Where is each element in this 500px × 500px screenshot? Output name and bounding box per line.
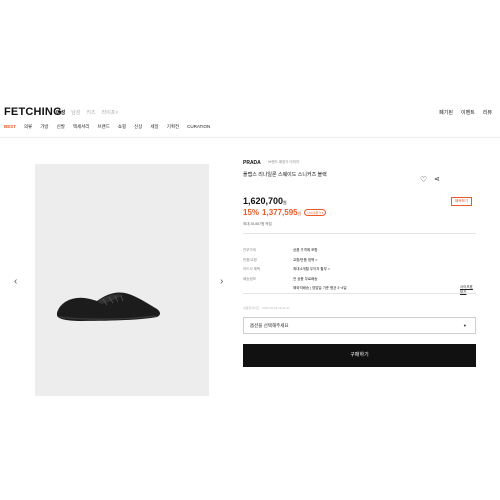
header-divider <box>0 137 500 138</box>
chevron-right-icon[interactable]: › <box>220 276 223 287</box>
util-link-events[interactable]: 이벤트 <box>461 109 475 116</box>
product-details-table: 관부가세 상품 가격에 포함 반품/교환 교환/반품 정책 > 카드사 혜택 최대 6… <box>243 248 476 296</box>
tab-kids[interactable]: 키즈 <box>86 109 95 116</box>
discount-percent: 15% <box>243 208 260 217</box>
util-link-1[interactable]: 폐기된 <box>439 109 453 116</box>
detail-label: 카드사 혜택 <box>243 267 261 271</box>
category-best[interactable]: BEST <box>4 124 16 130</box>
coupon-price-toggle[interactable]: 나의쿠폰가 ▾ <box>304 209 327 216</box>
divider <box>243 293 476 294</box>
product-shoe-image <box>57 292 160 321</box>
detail-value: 상품 가격에 포함 <box>293 248 318 252</box>
gender-tabs: 여성 남성 키즈 라이프˅ <box>56 109 118 116</box>
tab-men[interactable]: 남성 <box>71 109 80 116</box>
utility-links: 폐기된 이벤트 리뷰 <box>439 109 492 116</box>
category-exhibitions[interactable]: 기획전 <box>167 124 179 130</box>
original-price-value: 1,620,700 <box>243 196 284 206</box>
category-new[interactable]: 신상 <box>134 124 142 130</box>
option-select-value: 옵션을 선택해주세요 <box>250 323 289 328</box>
category-clothing[interactable]: 의류 <box>24 124 32 130</box>
detail-row: 해외직배송 | 영업일 기준 평균 3~4일 <box>243 286 476 296</box>
detail-value: 해외직배송 | 영업일 기준 평균 3~4일 <box>293 286 347 290</box>
fetching-logo[interactable]: FETCHING <box>4 106 62 118</box>
sale-price-value: 1,377,595 <box>262 208 298 217</box>
category-shoes[interactable]: 신발 <box>57 124 65 130</box>
product-title: 플랩스 리나일론 스웨이드 스니커즈 블랙 <box>243 172 327 178</box>
sale-price-unit: 원 <box>297 211 302 216</box>
option-select[interactable]: 옵션을 선택해주세요 ▾ <box>243 317 476 334</box>
tab-life-label: 라이프 <box>101 110 116 116</box>
tab-life[interactable]: 라이프˅ <box>102 109 119 116</box>
detail-row: 배송정보 전 상품 무료배송 <box>243 277 476 287</box>
detail-value: 전 상품 무료배송 <box>293 276 318 281</box>
sale-price: 1,377,595원 <box>262 208 301 217</box>
detail-row: 관부가세 상품 가격에 포함 <box>243 248 476 258</box>
category-shopping[interactable]: 쇼핑 <box>118 124 126 130</box>
detail-label <box>243 286 293 296</box>
caret-down-icon: ▾ <box>463 323 466 328</box>
brand-subtext: · 브랜드 매장가 이미지 <box>266 160 300 164</box>
original-price-unit: 원 <box>283 200 287 205</box>
category-nav: BEST 의류 가방 신발 액세서리 브랜드 쇼핑 신상 세일 기획전 CURA… <box>0 124 500 134</box>
chevron-left-icon[interactable]: ‹ <box>14 276 17 287</box>
divider <box>243 233 476 234</box>
tab-women[interactable]: 여성 <box>56 109 65 116</box>
heart-icon[interactable]: ♡ <box>420 175 427 184</box>
category-sale[interactable]: 세일 <box>150 124 158 130</box>
detail-row[interactable]: 카드사 혜택 최대 6개월 무이자 할부 > <box>243 267 476 277</box>
return-policy-link[interactable]: 교환/반품 정책 > <box>293 258 317 268</box>
benefit-button[interactable]: 혜택보기 <box>451 197 472 206</box>
category-brands[interactable]: 브랜드 <box>97 124 109 130</box>
share-icon[interactable]: ⋖ <box>434 175 440 183</box>
sale-price-row: 15% 1,377,595원 나의쿠폰가 ▾ <box>243 208 327 217</box>
chevron-down-icon: ˅ <box>115 110 119 116</box>
top-header: FETCHING 여성 남성 키즈 라이프˅ 폐기된 이벤트 리뷰 <box>0 104 500 120</box>
original-price: 1,620,700원 <box>243 196 287 206</box>
detail-label: 배송정보 <box>243 276 256 281</box>
points-text: 최대 28,887원 적립 <box>243 222 272 226</box>
category-curation[interactable]: CURATION <box>187 124 210 130</box>
category-accessories[interactable]: 액세서리 <box>73 124 90 130</box>
detail-label: 반품/교환 <box>243 257 257 262</box>
detail-label: 관부가세 <box>243 248 256 252</box>
update-date: 상품업데이트 · 2020.09.04 19:41:41 <box>243 306 290 310</box>
category-bags[interactable]: 가방 <box>40 124 48 130</box>
card-benefit-link[interactable]: 최대 6개월 무이자 할부 > <box>293 267 330 277</box>
buy-button[interactable]: 구매하기 <box>243 344 476 367</box>
util-link-reviews[interactable]: 리뷰 <box>483 109 492 116</box>
product-info-panel: PRADA · 브랜드 매장가 이미지 플랩스 리나일론 스웨이드 스니커즈 블… <box>243 160 476 367</box>
product-image <box>35 164 209 396</box>
detail-row[interactable]: 반품/교환 교환/반품 정책 > <box>243 258 476 268</box>
